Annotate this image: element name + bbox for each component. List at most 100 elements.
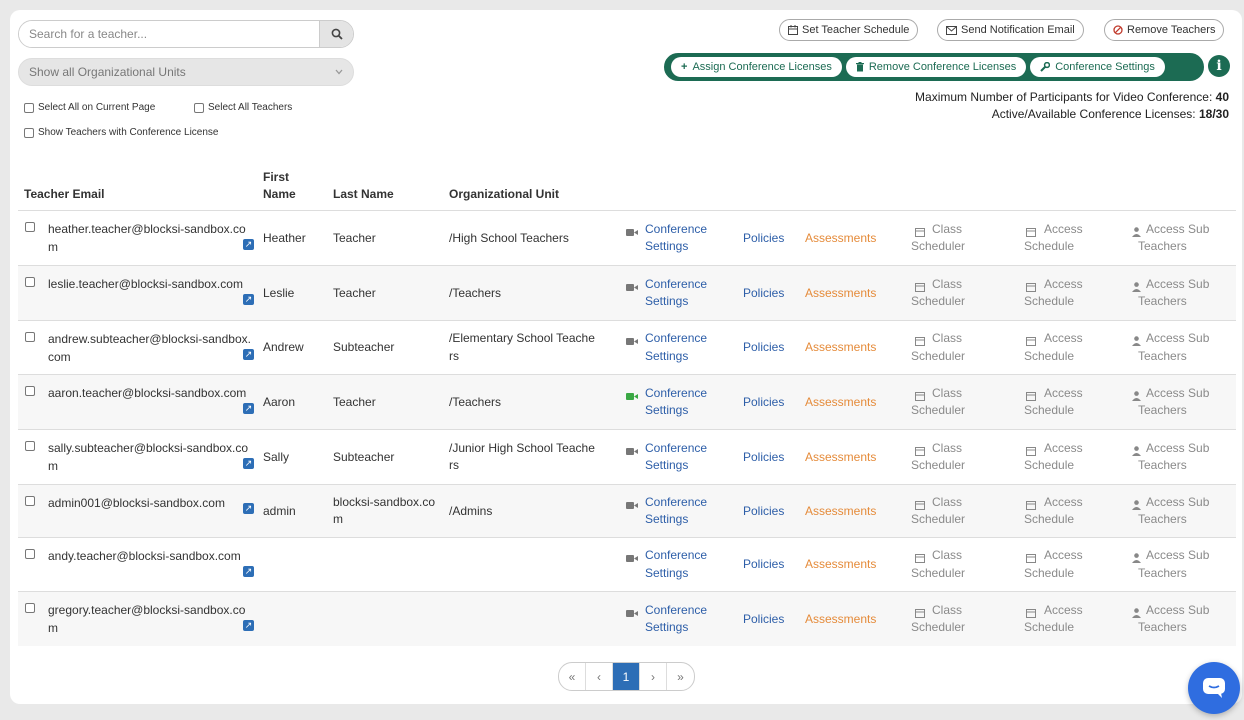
- select-all-checkbox[interactable]: [194, 102, 204, 113]
- video-camera-icon: [626, 281, 638, 295]
- external-link-icon[interactable]: ↗: [243, 566, 254, 577]
- policies-link[interactable]: Policies: [743, 556, 784, 574]
- assign-licenses-button[interactable]: + Assign Conference Licenses: [671, 57, 842, 77]
- external-link-icon[interactable]: ↗: [243, 294, 254, 305]
- class-scheduler-link[interactable]: Class Scheduler: [911, 385, 965, 420]
- table-row: aaron.teacher@blocksi-sandbox.com ↗ Aaron T…: [18, 374, 1236, 429]
- access-sub-teachers-link[interactable]: Access Sub Teachers: [1138, 547, 1209, 582]
- header-org-unit[interactable]: Organizational Unit: [449, 186, 559, 203]
- assessments-link[interactable]: Assessments: [805, 394, 876, 412]
- policies-link[interactable]: Policies: [743, 339, 784, 357]
- access-schedule-link[interactable]: Access Schedule: [1024, 330, 1083, 365]
- access-schedule-link[interactable]: Access Schedule: [1024, 494, 1083, 529]
- search-box: [18, 20, 354, 48]
- select-all-option[interactable]: Select All Teachers: [194, 102, 292, 113]
- assessments-link[interactable]: Assessments: [805, 611, 876, 629]
- conference-settings-link[interactable]: Conference Settings: [645, 547, 707, 582]
- show-license-checkbox[interactable]: [24, 127, 34, 138]
- row-checkbox[interactable]: [25, 496, 35, 506]
- assessments-link[interactable]: Assessments: [805, 230, 876, 248]
- header-first-name[interactable]: First Name: [263, 169, 296, 203]
- policies-link[interactable]: Policies: [743, 394, 784, 412]
- assessments-link[interactable]: Assessments: [805, 339, 876, 357]
- external-link-icon[interactable]: ↗: [243, 349, 254, 360]
- access-schedule-link[interactable]: Access Schedule: [1024, 602, 1083, 637]
- conference-settings-link[interactable]: Conference Settings: [645, 440, 707, 475]
- external-link-icon[interactable]: ↗: [243, 620, 254, 631]
- search-input[interactable]: [19, 21, 319, 47]
- assessments-link[interactable]: Assessments: [805, 285, 876, 303]
- access-sub-teachers-link[interactable]: Access Sub Teachers: [1138, 494, 1209, 529]
- row-checkbox[interactable]: [25, 603, 35, 613]
- header-teacher-email[interactable]: Teacher Email: [24, 186, 104, 203]
- conference-settings-link[interactable]: Conference Settings: [645, 385, 707, 420]
- row-checkbox[interactable]: [25, 386, 35, 396]
- access-sub-teachers-link[interactable]: Access Sub Teachers: [1138, 385, 1209, 420]
- search-button[interactable]: [319, 21, 353, 47]
- assessments-link[interactable]: Assessments: [805, 556, 876, 574]
- row-checkbox[interactable]: [25, 277, 35, 287]
- access-sub-teachers-link[interactable]: Access Sub Teachers: [1138, 276, 1209, 311]
- access-schedule-link[interactable]: Access Schedule: [1024, 547, 1083, 582]
- policies-link[interactable]: Policies: [743, 503, 784, 521]
- external-link-icon[interactable]: ↗: [243, 503, 254, 514]
- access-schedule-link[interactable]: Access Schedule: [1024, 385, 1083, 420]
- class-scheduler-link[interactable]: Class Scheduler: [911, 276, 965, 311]
- conference-settings-link[interactable]: Conference Settings: [645, 330, 707, 365]
- set-teacher-schedule-button[interactable]: Set Teacher Schedule: [779, 19, 919, 41]
- class-scheduler-link[interactable]: Class Scheduler: [911, 330, 965, 365]
- access-sub-teachers-link[interactable]: Access Sub Teachers: [1138, 330, 1209, 365]
- send-notification-email-button[interactable]: Send Notification Email: [937, 19, 1084, 41]
- last-page-button[interactable]: »: [667, 663, 694, 690]
- first-page-button[interactable]: «: [559, 663, 586, 690]
- access-schedule-link[interactable]: Access Schedule: [1024, 276, 1083, 311]
- prev-page-button[interactable]: ‹: [586, 663, 613, 690]
- conference-settings-link[interactable]: Conference Settings: [645, 276, 707, 311]
- remove-licenses-button[interactable]: Remove Conference Licenses: [845, 57, 1027, 77]
- row-checkbox[interactable]: [25, 222, 35, 232]
- row-checkbox[interactable]: [25, 549, 35, 559]
- conference-settings-link[interactable]: Conference Settings: [645, 602, 707, 637]
- class-scheduler-link[interactable]: Class Scheduler: [911, 602, 965, 637]
- external-link-icon[interactable]: ↗: [243, 239, 254, 250]
- select-page-option[interactable]: Select All on Current Page: [24, 102, 155, 113]
- show-license-label: Show Teachers with Conference License: [38, 127, 219, 138]
- policies-link[interactable]: Policies: [743, 611, 784, 629]
- policies-link[interactable]: Policies: [743, 230, 784, 248]
- conference-settings-link[interactable]: Conference Settings: [645, 221, 707, 256]
- access-schedule-link[interactable]: Access Schedule: [1024, 440, 1083, 475]
- policies-link[interactable]: Policies: [743, 449, 784, 467]
- row-checkbox[interactable]: [25, 332, 35, 342]
- access-sub-teachers-link[interactable]: Access Sub Teachers: [1138, 221, 1209, 256]
- pagination: « ‹ 1 › »: [558, 662, 695, 691]
- access-sub-teachers-link[interactable]: Access Sub Teachers: [1138, 602, 1209, 637]
- class-scheduler-link[interactable]: Class Scheduler: [911, 547, 965, 582]
- next-page-button[interactable]: ›: [640, 663, 667, 690]
- info-icon[interactable]: i: [1208, 55, 1230, 77]
- class-scheduler-link[interactable]: Class Scheduler: [911, 494, 965, 529]
- conference-settings-link[interactable]: Conference Settings: [645, 494, 707, 529]
- send-notification-email-label: Send Notification Email: [961, 24, 1075, 36]
- assessments-link[interactable]: Assessments: [805, 503, 876, 521]
- select-page-checkbox[interactable]: [24, 102, 34, 113]
- chat-button[interactable]: [1188, 662, 1240, 714]
- org-unit-select[interactable]: Show all Organizational Units: [18, 58, 354, 86]
- conference-settings-label: Conference Settings: [1055, 61, 1155, 73]
- envelope-icon: [946, 25, 957, 35]
- access-schedule-link[interactable]: Access Schedule: [1024, 221, 1083, 256]
- show-license-option[interactable]: Show Teachers with Conference License: [24, 127, 218, 138]
- chat-icon: [1203, 678, 1225, 698]
- external-link-icon[interactable]: ↗: [243, 403, 254, 414]
- class-scheduler-link[interactable]: Class Scheduler: [911, 221, 965, 256]
- row-checkbox[interactable]: [25, 441, 35, 451]
- conference-settings-button[interactable]: Conference Settings: [1030, 57, 1165, 77]
- policies-link[interactable]: Policies: [743, 285, 784, 303]
- access-sub-teachers-link[interactable]: Access Sub Teachers: [1138, 440, 1209, 475]
- page-button-current[interactable]: 1: [613, 663, 640, 690]
- remove-teachers-button[interactable]: Remove Teachers: [1104, 19, 1225, 41]
- teacher-email: leslie.teacher@blocksi-sandbox.com: [48, 277, 243, 291]
- external-link-icon[interactable]: ↗: [243, 458, 254, 469]
- assessments-link[interactable]: Assessments: [805, 449, 876, 467]
- class-scheduler-link[interactable]: Class Scheduler: [911, 440, 965, 475]
- header-last-name[interactable]: Last Name: [333, 186, 394, 203]
